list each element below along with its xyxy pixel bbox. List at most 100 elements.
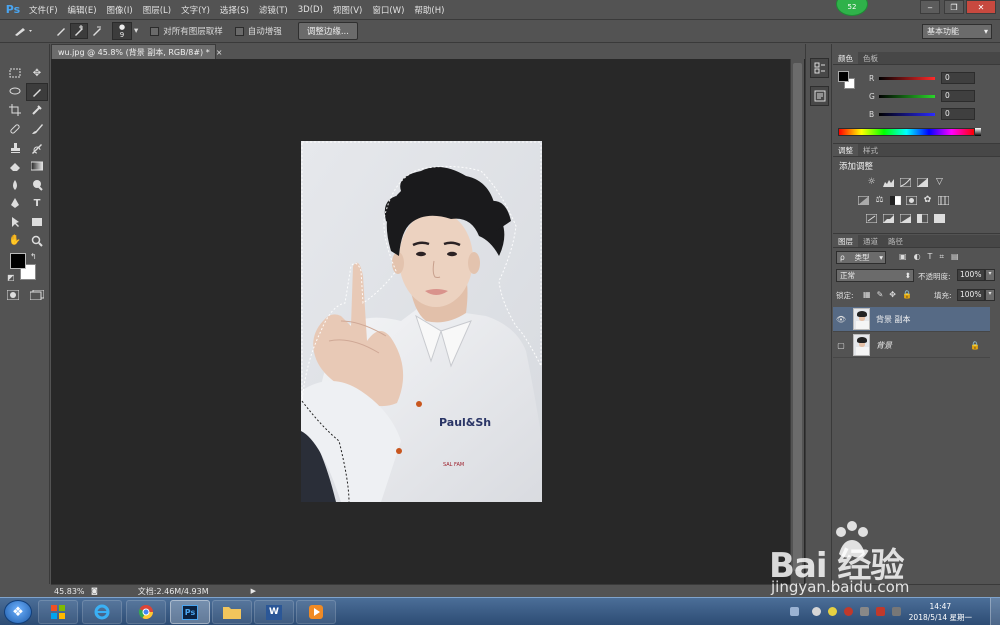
smart-object-filter-icon[interactable]: ▤: [951, 252, 959, 262]
marquee-tool-icon[interactable]: [4, 64, 26, 83]
tray-keyboard-icon[interactable]: [790, 607, 799, 616]
new-selection-brush-icon[interactable]: [52, 23, 70, 39]
tray-app-icon[interactable]: [812, 607, 821, 616]
vibrance-icon[interactable]: ▽: [934, 177, 945, 187]
brush-tool-icon[interactable]: [26, 120, 48, 139]
red-slider[interactable]: [879, 76, 935, 80]
foreground-color-swatch[interactable]: [10, 253, 26, 269]
brightness-icon[interactable]: ☼: [866, 177, 877, 187]
menu-layer[interactable]: 图层(L): [138, 4, 176, 16]
selective-color-icon[interactable]: [934, 213, 945, 223]
tool-preset-icon[interactable]: [10, 23, 38, 39]
screen-mode-icon[interactable]: [29, 289, 45, 303]
visibility-eye-icon[interactable]: 👁: [833, 315, 849, 324]
gradient-map-icon[interactable]: [917, 213, 928, 223]
exposure-icon[interactable]: [917, 177, 928, 187]
pen-tool-icon[interactable]: [4, 194, 26, 213]
menu-select[interactable]: 选择(S): [215, 4, 254, 16]
layer-filter-select[interactable]: ρ 类型 ▾: [836, 251, 886, 264]
taskbar-app-photoshop[interactable]: Ps: [170, 600, 210, 624]
invert-icon[interactable]: [866, 213, 877, 223]
layer-row-background-copy[interactable]: 👁 背景 副本: [833, 307, 990, 332]
blend-mode-select[interactable]: 正常 ⬍: [836, 269, 914, 282]
layer-name[interactable]: 背景: [876, 340, 892, 351]
layer-row-background[interactable]: ▢ 背景 🔒: [833, 333, 990, 358]
fill-field[interactable]: 100%: [957, 289, 985, 301]
hue-saturation-icon[interactable]: [858, 195, 869, 205]
quick-selection-tool-icon[interactable]: [26, 82, 48, 102]
zoom-level[interactable]: 45.83%: [51, 587, 85, 596]
notification-badge[interactable]: 52: [836, 0, 868, 16]
color-balance-icon[interactable]: ⚖: [874, 195, 885, 205]
workspace-select[interactable]: 基本功能 ▾: [922, 24, 992, 39]
photo-filter-icon[interactable]: [906, 195, 917, 205]
history-panel-icon[interactable]: [810, 58, 829, 78]
zoom-tool-icon[interactable]: [26, 231, 48, 250]
tab-paths[interactable]: 路径: [883, 235, 908, 247]
color-lookup-icon[interactable]: [938, 195, 949, 205]
brush-dropdown-icon[interactable]: ▾: [134, 26, 138, 36]
blue-value[interactable]: 0: [941, 108, 975, 120]
refine-edge-button[interactable]: 调整边缘...: [297, 22, 358, 40]
menu-filter[interactable]: 滤镜(T): [254, 4, 293, 16]
taskbar-app-files[interactable]: [212, 600, 252, 624]
hand-tool-icon[interactable]: ✋: [4, 231, 26, 250]
menu-3d[interactable]: 3D(D): [293, 5, 328, 15]
color-panel-foreground[interactable]: [838, 71, 849, 82]
black-white-icon[interactable]: [890, 195, 901, 205]
default-colors-icon[interactable]: ◩: [7, 273, 15, 282]
posterize-icon[interactable]: [883, 213, 894, 223]
restore-button[interactable]: ❐: [944, 0, 964, 14]
document-image[interactable]: Paul&Sh SAL FAM: [301, 141, 542, 502]
type-filter-icon[interactable]: T: [928, 252, 933, 262]
tray-volume-icon[interactable]: [876, 607, 885, 616]
rectangle-tool-icon[interactable]: [26, 213, 48, 232]
tab-color[interactable]: 颜色: [833, 52, 858, 64]
taskbar-app-ie[interactable]: [82, 600, 122, 624]
menu-type[interactable]: 文字(Y): [176, 4, 215, 16]
taskbar-app-media[interactable]: [296, 600, 336, 624]
threshold-icon[interactable]: [900, 213, 911, 223]
pixel-filter-icon[interactable]: ▣: [899, 252, 907, 262]
red-value[interactable]: 0: [941, 72, 975, 84]
tab-styles[interactable]: 样式: [858, 144, 883, 156]
tab-layers[interactable]: 图层: [833, 235, 858, 247]
lock-all-icon[interactable]: 🔒: [902, 290, 912, 299]
add-to-selection-brush-icon[interactable]: [70, 23, 88, 39]
taskbar-app-word[interactable]: W: [254, 600, 294, 624]
curves-icon[interactable]: [900, 177, 911, 187]
brush-size-picker[interactable]: ● 9: [112, 22, 132, 40]
status-info-icon[interactable]: ◙: [91, 587, 98, 595]
subtract-selection-brush-icon[interactable]: [88, 23, 106, 39]
tray-network-icon[interactable]: [860, 607, 869, 616]
eraser-tool-icon[interactable]: [4, 157, 26, 176]
opacity-field[interactable]: 100%: [957, 269, 985, 281]
taskbar-app-explorer[interactable]: [38, 600, 78, 624]
fill-dropdown-icon[interactable]: ▾: [985, 289, 995, 301]
menu-file[interactable]: 文件(F): [24, 4, 63, 16]
green-value[interactable]: 0: [941, 90, 975, 102]
tray-clock[interactable]: 14:47 2018/5/14 星期一: [909, 601, 972, 623]
lasso-tool-icon[interactable]: [4, 83, 26, 102]
blue-slider[interactable]: [879, 112, 935, 116]
levels-icon[interactable]: [883, 177, 894, 187]
tab-adjustments[interactable]: 调整: [833, 144, 858, 156]
history-brush-tool-icon[interactable]: [26, 138, 48, 157]
lock-position-icon[interactable]: ✥: [889, 290, 896, 299]
tray-security-icon[interactable]: [844, 607, 853, 616]
show-desktop-button[interactable]: [990, 598, 1000, 625]
shape-filter-icon[interactable]: ⌗: [939, 252, 944, 262]
tray-flag-icon[interactable]: [892, 607, 901, 616]
vertical-scrollbar[interactable]: [790, 59, 804, 584]
path-selection-tool-icon[interactable]: [4, 213, 26, 232]
dodge-tool-icon[interactable]: [26, 176, 48, 195]
eyedropper-tool-icon[interactable]: [26, 101, 48, 120]
black-white-ramp[interactable]: [975, 128, 981, 136]
gradient-tool-icon[interactable]: [26, 157, 48, 176]
tray-app2-icon[interactable]: [828, 607, 837, 616]
type-tool-icon[interactable]: T: [26, 194, 48, 213]
sample-all-layers-checkbox[interactable]: [150, 26, 160, 36]
status-arrow-icon[interactable]: ▶: [251, 587, 256, 595]
move-tool-icon[interactable]: ✥: [26, 64, 48, 83]
tab-channels[interactable]: 通道: [858, 235, 883, 247]
